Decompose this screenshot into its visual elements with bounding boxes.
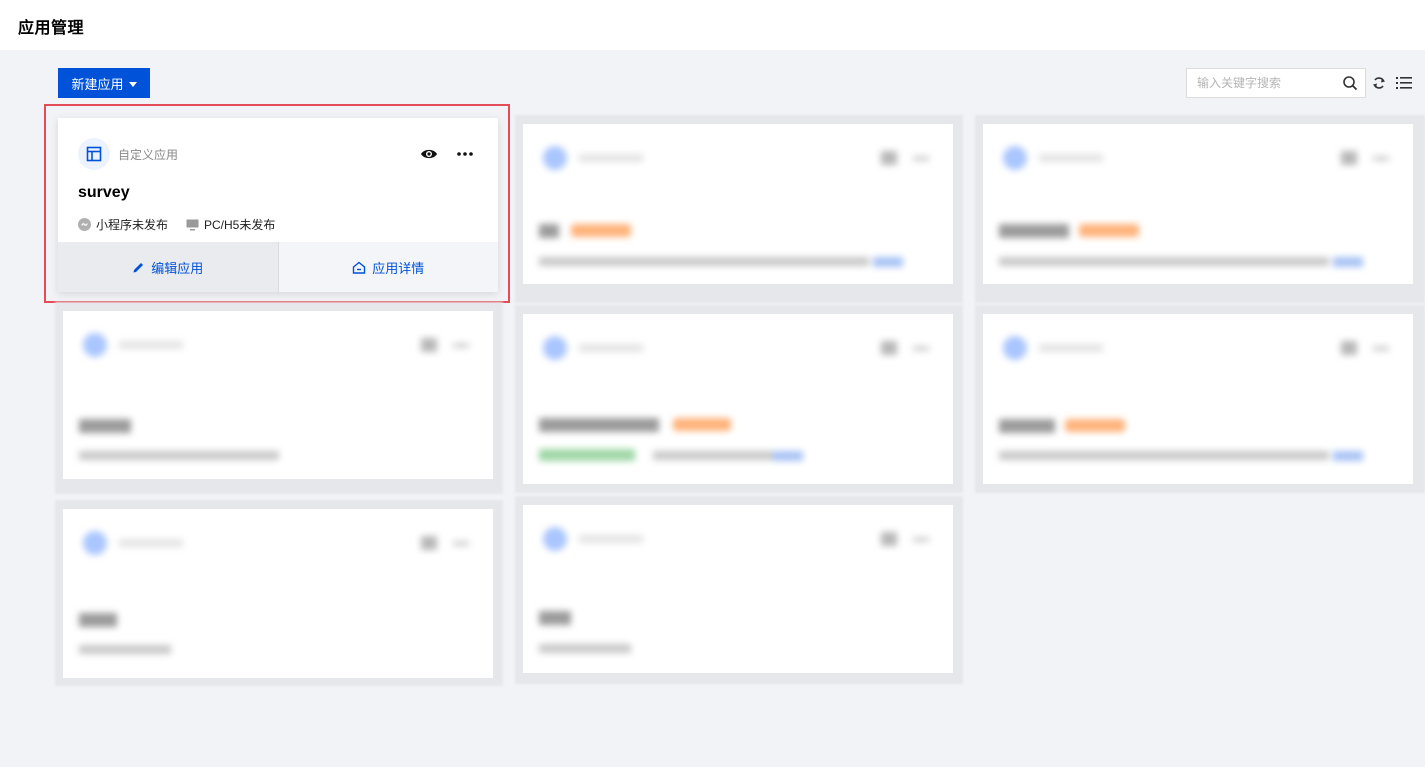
blurred-app-card[interactable] bbox=[523, 314, 953, 484]
refresh-icon[interactable] bbox=[1372, 75, 1386, 91]
pc-h5-status: PC/H5未发布 bbox=[186, 216, 275, 233]
search-box bbox=[1186, 68, 1366, 98]
monitor-icon bbox=[186, 219, 199, 230]
new-app-button[interactable]: 新建应用 bbox=[58, 68, 150, 98]
app-type-label: 自定义应用 bbox=[118, 148, 179, 162]
card-footer: 编辑应用 应用详情 bbox=[58, 242, 498, 292]
home-icon bbox=[353, 261, 366, 274]
miniprogram-status: 小程序未发布 bbox=[78, 216, 168, 233]
page-title: 应用管理 bbox=[18, 20, 85, 37]
app-detail-button[interactable]: 应用详情 bbox=[278, 242, 498, 292]
edit-app-button[interactable]: 编辑应用 bbox=[58, 242, 279, 292]
app-icon bbox=[78, 138, 110, 170]
blurred-app-card[interactable] bbox=[983, 314, 1413, 484]
preview-eye-icon[interactable] bbox=[420, 147, 438, 161]
blurred-app-card[interactable] bbox=[63, 509, 493, 678]
pencil-icon bbox=[133, 262, 144, 272]
search-input[interactable] bbox=[1187, 69, 1337, 97]
publish-status-row: 小程序未发布 PC/H5未发布 bbox=[78, 216, 293, 233]
app-name: survey bbox=[78, 184, 130, 201]
blurred-app-card[interactable] bbox=[63, 311, 493, 479]
header-bar: 应用管理 bbox=[0, 0, 1425, 50]
app-card[interactable]: 自定义应用 survey 小程序未发布 PC/H5未发布 编辑应用 应用详情 bbox=[58, 118, 498, 292]
edit-app-label: 编辑应用 bbox=[151, 260, 204, 276]
pc-h5-status-text: PC/H5未发布 bbox=[204, 218, 276, 232]
list-view-icon[interactable] bbox=[1396, 76, 1412, 90]
app-detail-label: 应用详情 bbox=[372, 260, 425, 276]
blurred-app-card[interactable] bbox=[523, 505, 953, 673]
caret-down-icon bbox=[128, 81, 137, 87]
miniprogram-status-text: 小程序未发布 bbox=[96, 218, 169, 232]
search-icon[interactable] bbox=[1342, 75, 1358, 91]
more-options-icon[interactable] bbox=[456, 150, 474, 158]
blurred-app-card[interactable] bbox=[523, 124, 953, 284]
miniprogram-icon bbox=[78, 218, 91, 231]
blurred-app-card[interactable] bbox=[983, 124, 1413, 284]
layout-icon bbox=[86, 146, 102, 162]
new-app-button-label: 新建应用 bbox=[71, 76, 124, 92]
